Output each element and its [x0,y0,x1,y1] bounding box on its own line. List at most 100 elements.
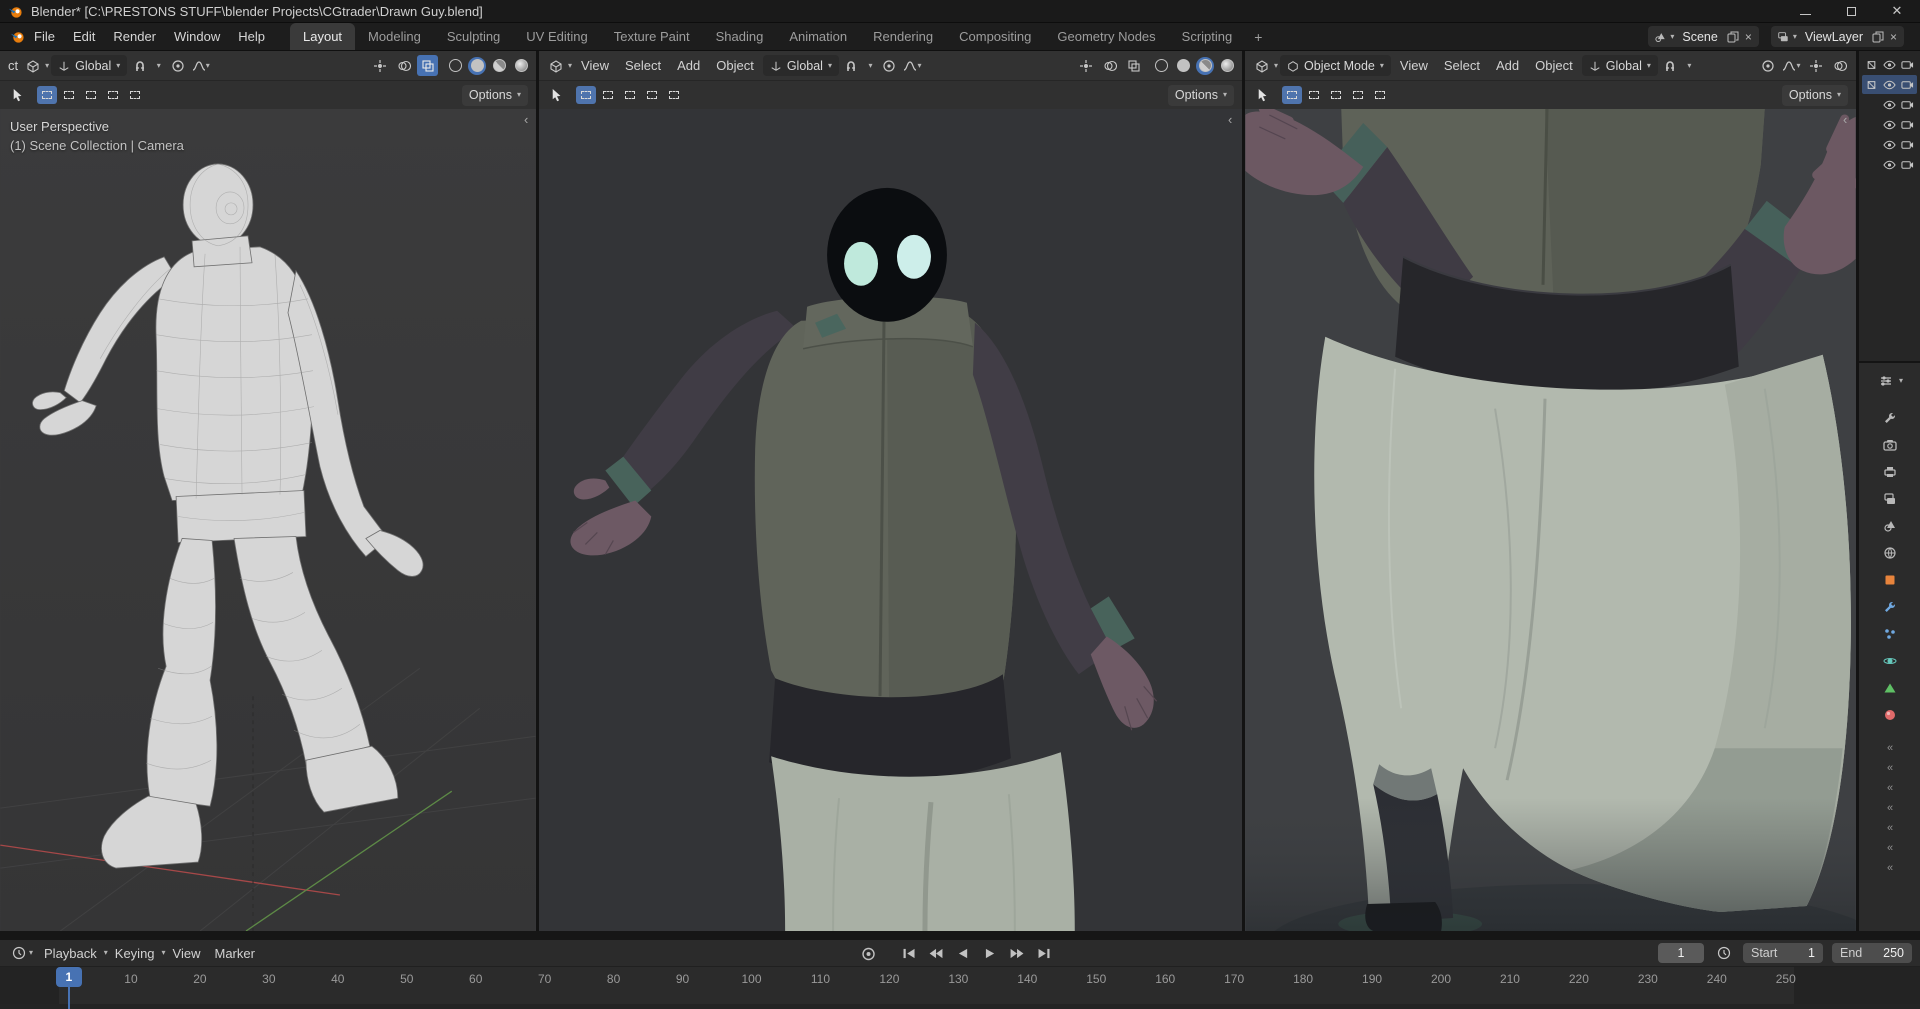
menu-playback[interactable]: Playback [37,946,104,961]
end-frame-field[interactable]: End 250 [1832,943,1912,963]
show-gizmo-toggle[interactable] [1075,55,1096,76]
properties-tab-modifiers[interactable] [1876,594,1904,619]
show-overlays-toggle[interactable] [1829,55,1850,76]
outliner-row[interactable] [1862,155,1917,174]
shading-solid-button[interactable] [468,56,486,75]
camera-icon[interactable] [1901,80,1914,90]
properties-tab-render[interactable] [1876,432,1904,457]
select-mode-set[interactable] [37,86,57,104]
select-mode-set[interactable] [576,86,596,104]
maximize-button[interactable] [1828,0,1874,22]
unlink-scene-icon[interactable]: × [1743,30,1754,44]
menu-file[interactable]: File [25,23,64,51]
start-frame-field[interactable]: Start 1 [1743,943,1823,963]
menu-select[interactable]: Select [618,58,668,73]
menu-help[interactable]: Help [229,23,274,51]
select-mode-subtract[interactable] [81,86,101,104]
menu-edit[interactable]: Edit [64,23,104,51]
properties-editor-type-button[interactable] [1876,370,1897,391]
select-mode-subtract[interactable] [620,86,640,104]
select-mode-set[interactable] [1282,86,1302,104]
show-overlays-toggle[interactable] [393,55,414,76]
properties-tab-material[interactable] [1876,702,1904,727]
eye-icon[interactable] [1883,140,1896,150]
current-frame-field[interactable]: 1 [1658,943,1704,963]
mode-dropdown[interactable]: Object Mode ▾ [1280,55,1391,76]
viewlayer-name[interactable]: ViewLayer [1800,30,1868,44]
area-separator[interactable] [0,931,1920,940]
show-gizmo-toggle[interactable] [369,55,390,76]
play-reverse-button[interactable] [952,944,975,964]
snap-settings-dropdown[interactable]: ▾ [1683,55,1696,76]
menu-object[interactable]: Object [709,58,761,73]
select-mode-extend[interactable] [1304,86,1324,104]
active-tool-icon[interactable] [1253,85,1273,105]
playhead[interactable]: 1 [55,967,82,987]
menu-marker[interactable]: Marker [208,946,262,961]
camera-icon[interactable] [1901,120,1914,130]
menu-view[interactable]: View [1393,58,1435,73]
viewport-canvas-right[interactable] [1245,109,1856,931]
workspace-tab-layout[interactable]: Layout [290,23,356,50]
editor-type-button[interactable] [545,55,566,76]
viewport-canvas-center[interactable] [539,109,1242,931]
active-tool-icon[interactable] [547,85,567,105]
active-tool-icon[interactable] [8,85,28,105]
workspace-tab-texture-paint[interactable]: Texture Paint [601,23,703,50]
close-button[interactable]: ✕ [1874,0,1920,22]
select-mode-extend[interactable] [598,86,618,104]
outliner-row[interactable] [1862,135,1917,154]
toggle-xray[interactable] [1123,55,1144,76]
select-mode-invert[interactable] [103,86,123,104]
workspace-tab-compositing[interactable]: Compositing [946,23,1044,50]
workspace-tab-rendering[interactable]: Rendering [860,23,946,50]
snap-toggle[interactable] [1660,55,1681,76]
collapsed-panel-chevron-icon[interactable]: « [1887,823,1893,834]
workspace-tab-uv-editing[interactable]: UV Editing [513,23,600,50]
jump-to-prev-keyframe-button[interactable] [925,944,948,964]
timeline-scrollbar[interactable] [0,1004,1920,1009]
shading-wireframe-button[interactable] [446,57,464,75]
toggle-xray[interactable] [417,55,438,76]
new-viewlayer-icon[interactable] [1871,30,1885,44]
show-gizmo-toggle[interactable] [1805,55,1826,76]
select-mode-intersect[interactable] [664,86,684,104]
tool-options-dropdown[interactable]: Options ▾ [1781,84,1848,106]
snap-toggle[interactable] [841,55,862,76]
remove-viewlayer-icon[interactable]: × [1888,30,1899,44]
proportional-editing-toggle[interactable] [1757,55,1778,76]
select-mode-invert[interactable] [642,86,662,104]
workspace-tab-modeling[interactable]: Modeling [355,23,434,50]
select-mode-extend[interactable] [59,86,79,104]
proportional-editing-toggle[interactable] [879,55,900,76]
select-mode-invert[interactable] [1348,86,1368,104]
properties-tab-particles[interactable] [1876,621,1904,646]
select-mode-subtract[interactable] [1326,86,1346,104]
transform-orientation-dropdown[interactable]: Global ▾ [51,55,128,76]
proportional-falloff-dropdown[interactable]: ▾ [902,55,923,76]
shading-material-button[interactable] [1196,56,1214,75]
scene-selector[interactable]: ▾ Scene × [1648,26,1759,47]
eye-icon[interactable] [1883,160,1896,170]
snap-settings-dropdown[interactable]: ▾ [152,55,165,76]
camera-icon[interactable] [1901,100,1914,110]
select-mode-intersect[interactable] [1370,86,1390,104]
auto-keying-toggle[interactable] [857,944,880,964]
add-workspace-button[interactable]: + [1245,23,1271,50]
workspace-tab-shading[interactable]: Shading [703,23,777,50]
timeline-ruler[interactable]: 1 11020304050607080901001101201301401501… [0,967,1920,1009]
properties-tab-active-tool[interactable] [1876,405,1904,430]
properties-tab-output[interactable] [1876,459,1904,484]
workspace-tab-animation[interactable]: Animation [776,23,860,50]
eye-icon[interactable] [1883,120,1896,130]
shading-wireframe-button[interactable] [1152,57,1170,75]
properties-tab-world[interactable] [1876,540,1904,565]
properties-tab-physics[interactable] [1876,648,1904,673]
shading-rendered-button[interactable] [512,57,530,75]
eye-icon[interactable] [1883,60,1896,70]
viewport-canvas-left[interactable]: User Perspective (1) Scene Collection | … [0,109,536,931]
jump-to-end-button[interactable] [1033,944,1056,964]
proportional-falloff-dropdown[interactable]: ▾ [1781,55,1802,76]
menu-window[interactable]: Window [165,23,229,51]
proportional-editing-toggle[interactable] [167,55,188,76]
